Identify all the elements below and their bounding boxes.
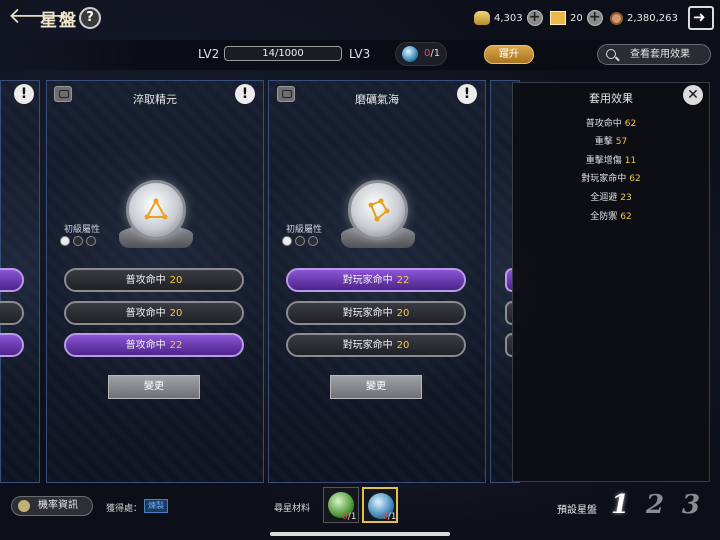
effect-item: 重擊 57 [594, 137, 628, 147]
home-indicator [270, 532, 450, 536]
upgrade-button[interactable]: 躍升 [484, 45, 534, 64]
obtain-label: 獲得處： [106, 504, 143, 514]
probability-info-label: 機率資訊 [38, 500, 78, 511]
upgrade-material-count: 0/1 [424, 48, 441, 59]
effect-item: 全防禦 62 [590, 212, 632, 222]
tier-dot [295, 236, 305, 246]
constellation-orb-icon[interactable] [348, 180, 408, 240]
info-icon[interactable]: ! [235, 84, 255, 104]
attr-button-2[interactable]: 普攻命中 20 [64, 301, 244, 325]
currency-value: 20 [570, 12, 583, 24]
attr-tier-label: 初級屬性 [64, 225, 101, 235]
preset-label: 預設星盤 [557, 505, 597, 516]
panel-title: 磨礪氣海 [355, 93, 399, 106]
tier-dot [86, 236, 96, 246]
level-progress: 14/1000 [224, 46, 342, 61]
attr-tier-dots [282, 236, 318, 246]
tier-dot [308, 236, 318, 246]
attr-button-partial [0, 333, 24, 357]
currency-value: 4,303 [494, 12, 523, 24]
gold-bar-icon [550, 11, 566, 25]
tier-dot [282, 236, 292, 246]
attr-tier-label: 初級屬性 [286, 225, 323, 235]
info-icon[interactable]: ! [457, 84, 477, 104]
effects-popup-title: 套用效果 [589, 92, 633, 105]
add-gold-ingot-button[interactable]: + [526, 10, 543, 26]
change-button[interactable]: 變更 [108, 375, 200, 399]
material-count: 0/1 [382, 512, 397, 522]
view-effects-label: 查看套用效果 [630, 49, 690, 60]
attr-button-1[interactable]: 普攻命中 20 [64, 268, 244, 292]
currency-gold-ingot: 4,303 + [474, 9, 543, 27]
dice-icon [18, 500, 30, 512]
attr-button-2[interactable]: 對玩家命中 20 [286, 301, 466, 325]
exit-icon[interactable] [688, 6, 714, 30]
effect-item: 普攻命中 62 [585, 119, 637, 129]
probability-info-button[interactable]: 機率資訊 [11, 496, 93, 516]
effect-item: 對玩家命中 62 [581, 174, 641, 184]
attr-button-3[interactable]: 對玩家命中 20 [286, 333, 466, 357]
materials-label: 尋星材料 [274, 504, 311, 514]
change-button[interactable]: 變更 [330, 375, 422, 399]
attr-button-1[interactable]: 對玩家命中 22 [286, 268, 466, 292]
obtain-source-link[interactable]: 煉製 [144, 499, 168, 513]
currency-coin: 2,380,263 [610, 9, 678, 27]
current-level: LV2 [198, 47, 220, 61]
material-count: 0/1 [342, 512, 357, 522]
preset-1-button[interactable]: 1 [606, 490, 634, 520]
attr-tier-dots [60, 236, 96, 246]
attr-button-partial [0, 301, 24, 325]
preset-3-button[interactable]: 3 [677, 490, 705, 520]
search-icon [606, 49, 616, 59]
back-arrow-icon[interactable]: 🡐 [8, 6, 67, 28]
currency-gold-bar: 20 + [550, 9, 603, 27]
help-icon[interactable]: ? [79, 7, 101, 29]
constellation-orb-icon[interactable] [126, 180, 186, 240]
page-title: 星盤 [40, 11, 78, 31]
info-icon[interactable]: ! [14, 84, 34, 104]
level-progress-text: 14/1000 [262, 48, 304, 59]
preset-2-button[interactable]: 2 [641, 490, 669, 520]
gold-ingot-icon [474, 11, 490, 25]
tier-dot [73, 236, 83, 246]
attr-button-3[interactable]: 普攻命中 22 [64, 333, 244, 357]
attr-button-partial [0, 268, 24, 292]
coin-icon [610, 11, 623, 25]
blue-orb-icon [402, 46, 418, 62]
panel-title: 淬取精元 [133, 93, 177, 106]
effect-item: 全迴避 23 [590, 193, 632, 203]
close-icon[interactable]: ✕ [683, 85, 703, 105]
view-effects-button[interactable]: 查看套用效果 [597, 44, 711, 65]
tier-dot [60, 236, 70, 246]
effect-item: 重擊增傷 11 [585, 156, 637, 166]
currency-value: 2,380,263 [627, 12, 678, 24]
add-gold-bar-button[interactable]: + [586, 10, 603, 26]
next-level: LV3 [349, 47, 371, 61]
